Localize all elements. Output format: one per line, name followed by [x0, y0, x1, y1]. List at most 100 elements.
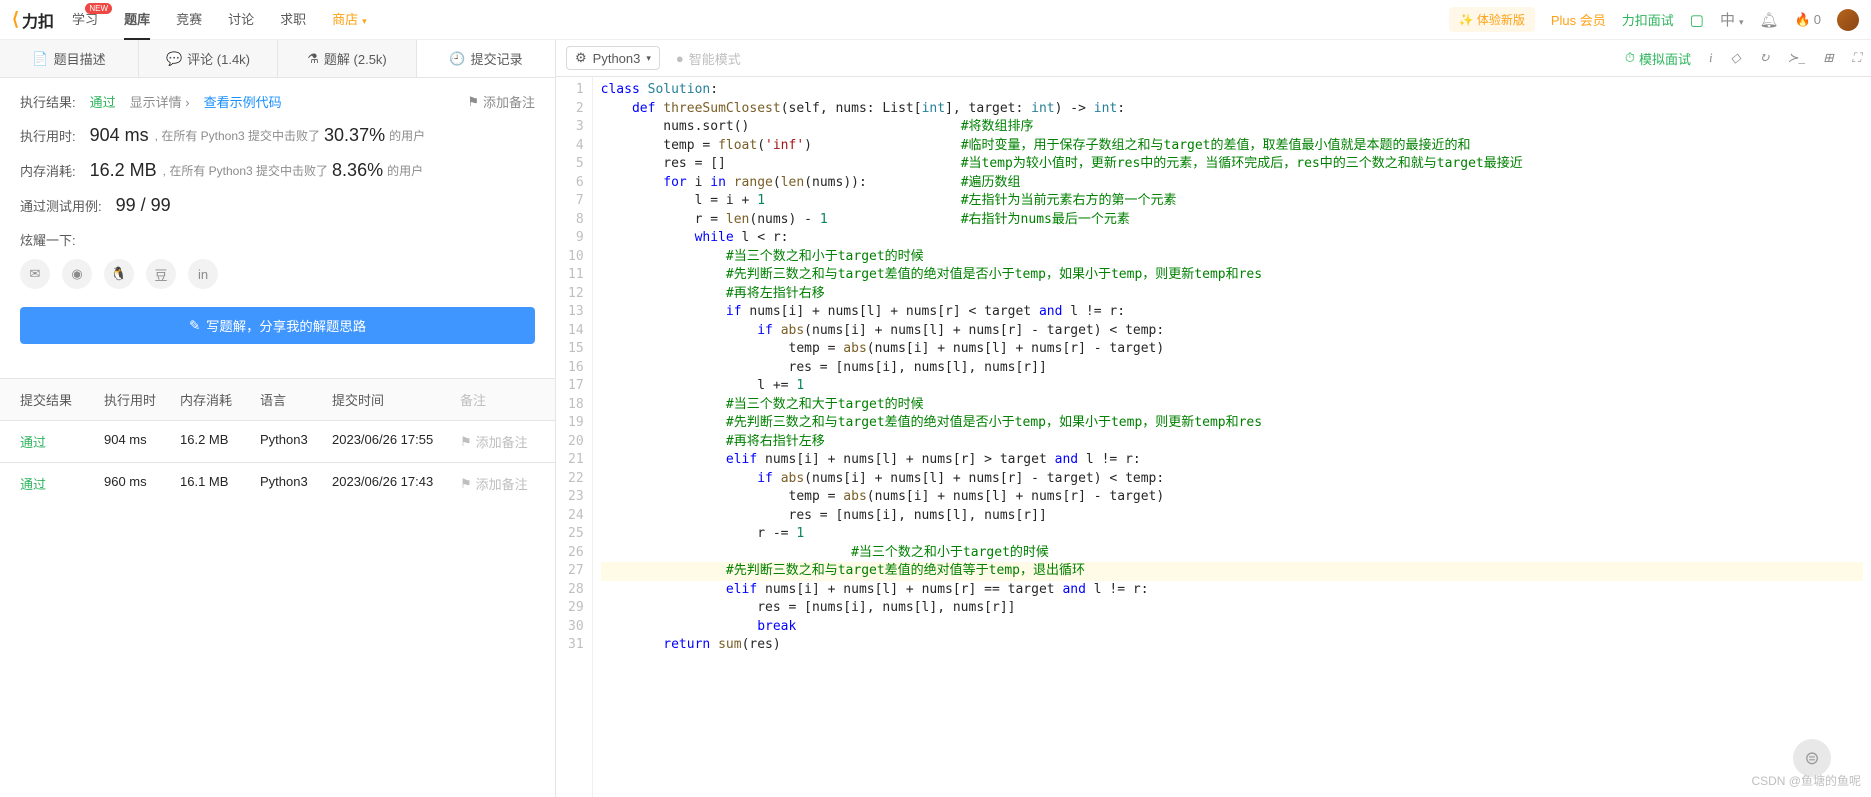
nav-learn[interactable]: 学习NEW: [72, 0, 98, 40]
row-lang: Python3: [260, 474, 332, 493]
runtime-text: , 在所有 Python3 提交中击败了: [155, 127, 320, 144]
avatar[interactable]: [1837, 9, 1859, 31]
example-code-link[interactable]: 查看示例代码: [204, 92, 282, 111]
tab-solutions[interactable]: ⚗题解 (2.5k): [278, 40, 417, 77]
fire-icon: 🔥: [1795, 12, 1811, 28]
row-date: 2023/06/26 17:55: [332, 432, 460, 451]
history-table: 提交结果 执行用时 内存消耗 语言 提交时间 备注 通过904 ms16.2 M…: [0, 378, 555, 504]
interview-link[interactable]: 力扣面试: [1622, 10, 1674, 29]
flag-icon: ⚑: [460, 434, 472, 450]
mock-interview-link[interactable]: ⏱模拟面试: [1625, 49, 1691, 68]
nav-items: 学习NEW 题库 竞赛 讨论 求职 商店: [72, 0, 367, 40]
result-card: 执行结果: 通过 显示详情 › 查看示例代码 ⚑添加备注 执行用时: 904 m…: [0, 78, 555, 358]
toolbar-right: ⏱模拟面试 i ◇ ↻ ≻_ ⊞ ⛶: [1625, 49, 1861, 68]
comment-icon: 💬: [166, 51, 182, 67]
language-select[interactable]: ⚙ Python3 ▾: [566, 46, 660, 70]
table-row[interactable]: 通过904 ms16.2 MBPython32023/06/26 17:55⚑ …: [0, 420, 555, 462]
row-note[interactable]: ⚑ 添加备注: [460, 474, 535, 493]
right-panel: ⚙ Python3 ▾ ●智能模式 ⏱模拟面试 i ◇ ↻ ≻_ ⊞ ⛶ 123…: [556, 40, 1871, 797]
show-detail-link[interactable]: 显示详情 ›: [130, 92, 190, 111]
nav-store[interactable]: 商店: [332, 0, 367, 40]
cases-label: 通过测试用例:: [20, 196, 102, 215]
smart-mode[interactable]: ●智能模式: [676, 49, 741, 68]
code-editor[interactable]: 1234567891011121314151617181920212223242…: [556, 77, 1871, 797]
row-result[interactable]: 通过: [20, 432, 104, 451]
tab-submissions[interactable]: 🕘提交记录: [417, 40, 555, 77]
linkedin-icon[interactable]: in: [188, 259, 218, 289]
result-label: 执行结果:: [20, 92, 76, 111]
tab-comments[interactable]: 💬评论 (1.4k): [139, 40, 278, 77]
code-toolbar: ⚙ Python3 ▾ ●智能模式 ⏱模拟面试 i ◇ ↻ ≻_ ⊞ ⛶: [556, 40, 1871, 77]
nav-problems[interactable]: 题库: [124, 0, 150, 40]
memory-percent: 8.36%: [332, 160, 383, 181]
flag-icon: ⚑: [467, 94, 479, 110]
col-lang: 语言: [260, 390, 332, 409]
runtime-value: 904 ms: [90, 125, 149, 146]
tab-description[interactable]: 📄题目描述: [0, 40, 139, 77]
col-note: 备注: [460, 390, 535, 409]
phone-icon[interactable]: ▢: [1690, 11, 1704, 29]
row-note[interactable]: ⚑ 添加备注: [460, 432, 535, 451]
memory-suffix: 的用户: [387, 162, 423, 179]
bell-icon[interactable]: 🔔︎: [1760, 11, 1779, 29]
col-date: 提交时间: [332, 390, 460, 409]
pass-status: 通过: [90, 92, 116, 111]
memory-text: , 在所有 Python3 提交中击败了: [163, 162, 328, 179]
info-icon[interactable]: i: [1709, 50, 1713, 66]
reset-icon[interactable]: ↻: [1759, 50, 1770, 66]
history-header: 提交结果 执行用时 内存消耗 语言 提交时间 备注: [0, 378, 555, 420]
weibo-icon[interactable]: ◉: [62, 259, 92, 289]
write-solution-button[interactable]: ✎写题解，分享我的解题思路: [20, 307, 535, 344]
line-gutter: 1234567891011121314151617181920212223242…: [556, 77, 593, 797]
row-mem: 16.1 MB: [180, 474, 260, 493]
runtime-suffix: 的用户: [389, 127, 425, 144]
memory-label: 内存消耗:: [20, 161, 76, 180]
douban-icon[interactable]: 豆: [146, 259, 176, 289]
row-time: 960 ms: [104, 474, 180, 493]
code-body[interactable]: class Solution: def threeSumClosest(self…: [593, 77, 1871, 797]
row-lang: Python3: [260, 432, 332, 451]
col-mem: 内存消耗: [180, 390, 260, 409]
col-time: 执行用时: [104, 390, 180, 409]
runtime-percent: 30.37%: [324, 125, 385, 146]
layout-icon[interactable]: ⊞: [1823, 50, 1834, 66]
table-row[interactable]: 通过960 ms16.1 MBPython32023/06/26 17:43⚑ …: [0, 462, 555, 504]
history-icon: 🕘: [449, 51, 465, 67]
main: 📄题目描述 💬评论 (1.4k) ⚗题解 (2.5k) 🕘提交记录 执行结果: …: [0, 40, 1871, 797]
description-icon: 📄: [32, 51, 48, 67]
logo[interactable]: ⟨ 力扣: [12, 8, 54, 32]
chevron-down-icon: ▾: [646, 53, 651, 64]
nav-discuss[interactable]: 讨论: [228, 0, 254, 40]
fullscreen-icon[interactable]: ⛶: [1852, 50, 1861, 66]
console-icon[interactable]: ≻_: [1788, 50, 1805, 66]
top-nav: ⟨ 力扣 学习NEW 题库 竞赛 讨论 求职 商店 ✨ 体验新版 Plus 会员…: [0, 0, 1871, 40]
flag-icon: ⚑: [460, 476, 472, 492]
flask-icon: ⚗: [307, 51, 319, 67]
logo-icon: ⟨: [12, 9, 19, 30]
plus-link[interactable]: Plus 会员: [1551, 10, 1606, 29]
bookmark-icon[interactable]: ◇: [1731, 50, 1741, 66]
nav-right: ✨ 体验新版 Plus 会员 力扣面试 ▢ 中 🔔︎ 🔥0: [1449, 7, 1859, 32]
row-mem: 16.2 MB: [180, 432, 260, 451]
wechat-icon[interactable]: ✉: [20, 259, 50, 289]
language-switch[interactable]: 中: [1720, 9, 1744, 30]
add-note-link[interactable]: ⚑添加备注: [467, 92, 535, 111]
qq-icon[interactable]: 🐧: [104, 259, 134, 289]
nav-jobs[interactable]: 求职: [280, 0, 306, 40]
nav-contest[interactable]: 竞赛: [176, 0, 202, 40]
share-icons: ✉ ◉ 🐧 豆 in: [20, 259, 535, 289]
new-version-button[interactable]: ✨ 体验新版: [1449, 7, 1535, 32]
left-tabs: 📄题目描述 💬评论 (1.4k) ⚗题解 (2.5k) 🕘提交记录: [0, 40, 555, 78]
logo-text: 力扣: [22, 8, 54, 32]
gear-icon: ⚙: [575, 50, 587, 66]
share-label: 炫耀一下:: [20, 230, 535, 249]
runtime-label: 执行用时:: [20, 126, 76, 145]
col-result: 提交结果: [20, 390, 104, 409]
left-panel: 📄题目描述 💬评论 (1.4k) ⚗题解 (2.5k) 🕘提交记录 执行结果: …: [0, 40, 556, 797]
row-result[interactable]: 通过: [20, 474, 104, 493]
memory-value: 16.2 MB: [90, 160, 157, 181]
row-time: 904 ms: [104, 432, 180, 451]
timer-icon: ⏱: [1625, 50, 1635, 66]
new-badge: NEW: [85, 3, 112, 14]
fire-counter[interactable]: 🔥0: [1795, 12, 1821, 28]
